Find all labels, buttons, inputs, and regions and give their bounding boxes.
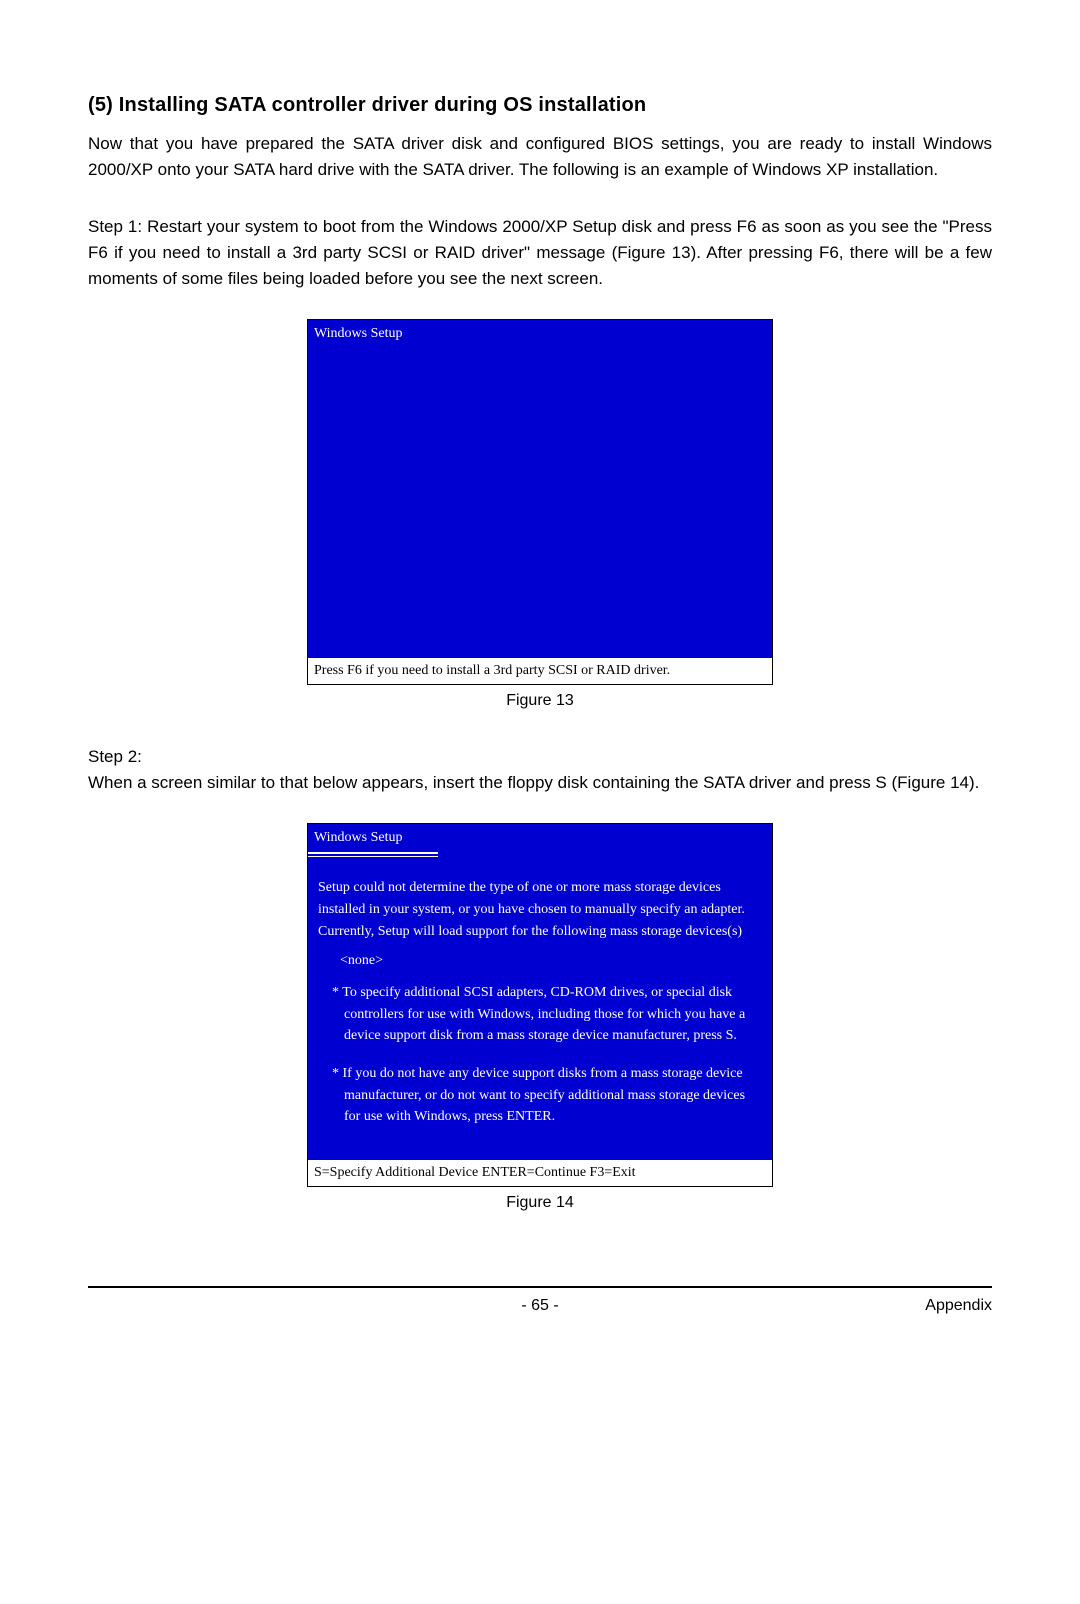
step2-paragraph: When a screen similar to that below appe… bbox=[88, 770, 992, 796]
bullet-2: * If you do not have any device support … bbox=[332, 1063, 762, 1128]
figure-14: Windows Setup Setup could not determine … bbox=[88, 823, 992, 1216]
divider bbox=[308, 852, 438, 857]
windows-setup-box-2: Windows Setup Setup could not determine … bbox=[307, 823, 773, 1187]
figure-13-caption: Figure 13 bbox=[88, 689, 992, 714]
windows-setup-footer-1: Press F6 if you need to install a 3rd pa… bbox=[308, 658, 772, 684]
windows-setup-box-1: Windows Setup Press F6 if you need to in… bbox=[307, 319, 773, 685]
footer-section-name: Appendix bbox=[925, 1294, 992, 1319]
intro-paragraph: Now that you have prepared the SATA driv… bbox=[88, 131, 992, 184]
windows-setup-title-2: Windows Setup bbox=[308, 824, 772, 851]
step2-label: Step 2: bbox=[88, 744, 992, 770]
figure-14-caption: Figure 14 bbox=[88, 1191, 992, 1216]
setup-message: Setup could not determine the type of on… bbox=[318, 877, 762, 942]
windows-setup-body-1 bbox=[308, 346, 772, 658]
windows-setup-footer-2: S=Specify Additional Device ENTER=Contin… bbox=[308, 1160, 772, 1186]
section-title: (5) Installing SATA controller driver du… bbox=[88, 90, 992, 121]
step1-paragraph: Step 1: Restart your system to boot from… bbox=[88, 214, 992, 293]
bullet-1: * To specify additional SCSI adapters, C… bbox=[332, 982, 762, 1047]
figure-13: Windows Setup Press F6 if you need to in… bbox=[88, 319, 992, 714]
windows-setup-title-1: Windows Setup bbox=[308, 320, 772, 347]
page-number: - 65 - bbox=[521, 1294, 558, 1319]
document-page: (5) Installing SATA controller driver du… bbox=[0, 0, 1080, 1286]
windows-setup-body-2: Setup could not determine the type of on… bbox=[308, 871, 772, 1160]
none-entry: <none> bbox=[340, 950, 762, 972]
page-footer: - 65 - Appendix bbox=[0, 1286, 1080, 1355]
